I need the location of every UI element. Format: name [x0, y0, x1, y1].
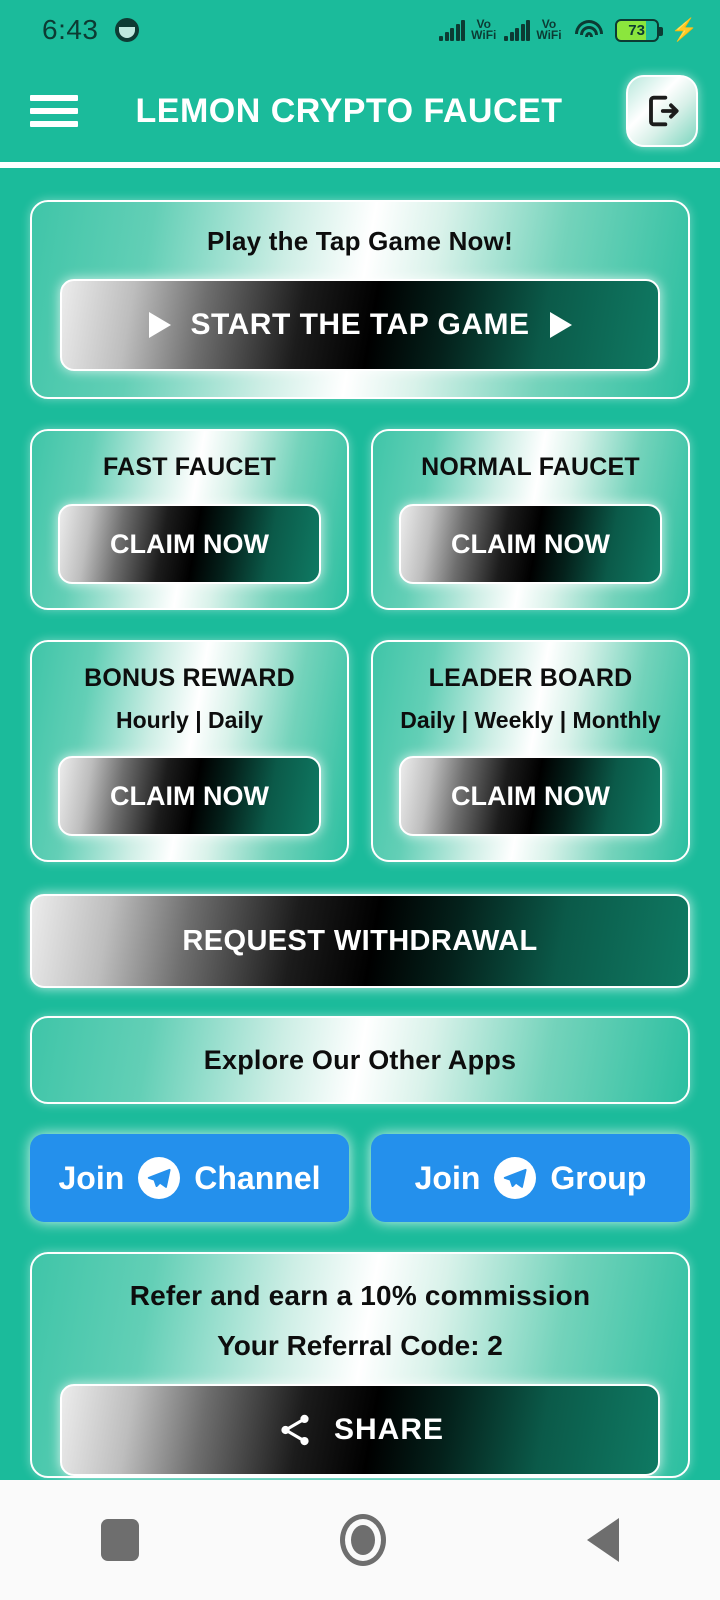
normal-faucet-title: NORMAL FAUCET: [421, 453, 640, 481]
bonus-reward-claim-button[interactable]: CLAIM NOW: [58, 756, 321, 836]
telegram-row: Join Channel Join Group: [30, 1134, 690, 1222]
status-bar-clock: 6:43: [42, 14, 99, 45]
request-withdrawal-label: REQUEST WITHDRAWAL: [182, 924, 538, 957]
fast-faucet-card: FAST FAUCET CLAIM NOW: [30, 429, 349, 610]
battery-percent-text: 73: [628, 21, 645, 39]
normal-faucet-card: NORMAL FAUCET CLAIM NOW: [371, 429, 690, 610]
telegram-icon-2: [494, 1157, 537, 1199]
home-circle-icon[interactable]: [339, 1514, 386, 1566]
leader-board-card: LEADER BOARD Daily | Weekly | Monthly CL…: [371, 640, 690, 862]
start-tap-game-label: START THE TAP GAME: [190, 308, 530, 341]
join-telegram-channel-button[interactable]: Join Channel: [30, 1134, 349, 1222]
leader-board-subtitle: Daily | Weekly | Monthly: [400, 707, 661, 733]
share-icon: [281, 1414, 309, 1446]
telegram-paper-plane-icon-2: [504, 1168, 527, 1188]
join-channel-prefix: Join: [58, 1159, 125, 1196]
fast-faucet-claim-label: CLAIM NOW: [110, 528, 269, 559]
leader-board-claim-label: CLAIM NOW: [451, 780, 610, 811]
logout-button[interactable]: [626, 75, 698, 147]
bonus-reward-card: BONUS REWARD Hourly | Daily CLAIM NOW: [30, 640, 349, 862]
fast-faucet-claim-button[interactable]: CLAIM NOW: [58, 504, 321, 584]
bonus-reward-title: BONUS REWARD: [84, 664, 295, 692]
charging-bolt-icon: ⚡: [670, 17, 698, 42]
explore-apps-title: Explore Our Other Apps: [203, 1044, 517, 1075]
cellular-signal-icon: [439, 19, 466, 41]
wifi-icon: [574, 18, 604, 42]
app-bar: LEMON CRYPTO FAUCET: [0, 60, 720, 162]
bonus-reward-claim-label: CLAIM NOW: [110, 780, 269, 811]
normal-faucet-claim-button[interactable]: CLAIM NOW: [399, 504, 662, 584]
page-title: LEMON CRYPTO FAUCET: [135, 91, 563, 130]
share-label: SHARE: [333, 1413, 444, 1446]
start-tap-game-button[interactable]: START THE TAP GAME: [60, 279, 660, 371]
explore-apps-card[interactable]: Explore Our Other Apps: [30, 1016, 690, 1104]
telegram-paper-plane-icon: [148, 1168, 171, 1188]
bonus-reward-subtitle: Hourly | Daily: [115, 707, 264, 733]
vowifi-wifi-text-2: WiFi: [536, 28, 562, 42]
status-bar-indicators: Vo WiFi Vo WiFi 73 ⚡: [439, 18, 698, 42]
logout-icon: [649, 95, 679, 127]
vowifi-label-2: Vo WiFi: [536, 18, 562, 42]
request-withdrawal-button[interactable]: REQUEST WITHDRAWAL: [30, 894, 690, 988]
telegram-icon: [138, 1157, 181, 1199]
play-triangle-icon-right: [549, 312, 572, 338]
join-channel-suffix: Channel: [194, 1159, 321, 1196]
rewards-row: BONUS REWARD Hourly | Daily CLAIM NOW LE…: [30, 640, 690, 862]
android-navigation-bar: [0, 1480, 720, 1600]
vowifi-label-1: Vo WiFi: [471, 18, 497, 42]
referral-title: Refer and earn a 10% commission: [129, 1280, 591, 1311]
normal-faucet-claim-label: CLAIM NOW: [451, 528, 610, 559]
back-triangle-icon[interactable]: [587, 1518, 620, 1562]
header-divider: [0, 162, 720, 168]
main-content: Play the Tap Game Now! START THE TAP GAM…: [0, 174, 720, 1480]
vowifi-wifi-text: WiFi: [471, 28, 497, 42]
battery-icon: 73: [614, 18, 663, 42]
fast-faucet-title: FAST FAUCET: [102, 453, 277, 481]
leader-board-claim-button[interactable]: CLAIM NOW: [399, 756, 662, 836]
cellular-signal-icon-2: [504, 19, 531, 41]
tap-game-card: Play the Tap Game Now! START THE TAP GAM…: [30, 200, 690, 399]
hamburger-menu-icon[interactable]: [30, 93, 78, 129]
join-group-prefix: Join: [414, 1159, 481, 1196]
status-bar: 6:43 Vo WiFi Vo WiFi 73 ⚡: [0, 0, 720, 60]
join-telegram-group-button[interactable]: Join Group: [371, 1134, 690, 1222]
faucet-row: FAST FAUCET CLAIM NOW NORMAL FAUCET CLAI…: [30, 429, 690, 610]
notification-app-icon: [114, 18, 139, 42]
play-triangle-icon-left: [148, 312, 171, 338]
recents-square-icon[interactable]: [100, 1519, 139, 1561]
share-button[interactable]: SHARE: [60, 1384, 660, 1476]
leader-board-title: LEADER BOARD: [428, 664, 633, 692]
referral-card: Refer and earn a 10% commission Your Ref…: [30, 1252, 690, 1478]
referral-code-text: Your Referral Code: 2: [217, 1330, 503, 1361]
tap-game-title: Play the Tap Game Now!: [207, 226, 513, 256]
join-group-suffix: Group: [550, 1159, 647, 1196]
